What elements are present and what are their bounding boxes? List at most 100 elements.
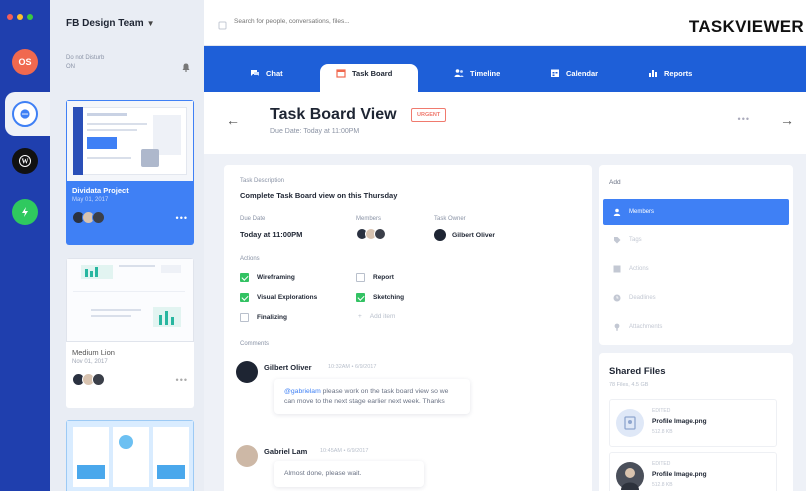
tab-chat[interactable]: Chat	[250, 68, 283, 78]
dnd-label: Do not Disturb	[66, 55, 105, 61]
more-options-icon[interactable]: •••	[176, 213, 188, 223]
project-date: May 01, 2017	[72, 197, 109, 203]
user-avatar-os[interactable]: OS	[12, 49, 38, 75]
mention-link[interactable]: @gabrielam	[284, 388, 321, 395]
member-avatars[interactable]	[356, 228, 386, 240]
bell-icon[interactable]	[182, 63, 190, 72]
arrow-left-icon[interactable]: ←	[226, 112, 240, 128]
svg-text:W: W	[22, 158, 29, 166]
file-size: 512.8 KB	[652, 429, 673, 435]
add-item-label: Add item	[369, 313, 396, 320]
comment-bubble: Almost done, please wait.	[274, 461, 424, 487]
task-owner-label: Task Owner	[434, 216, 466, 222]
action-item[interactable]: Visual Explorations	[240, 293, 317, 302]
chat-app-icon[interactable]	[12, 101, 38, 127]
bar-chart-icon	[649, 70, 657, 77]
file-name: Profile Image.png	[652, 471, 707, 478]
checkbox[interactable]	[356, 273, 365, 282]
chat-icon	[251, 70, 259, 76]
add-tags-button[interactable]: Tags	[603, 227, 789, 253]
file-item[interactable]: EDITED Profile Image.png 512.8 KB	[609, 399, 777, 447]
add-deadlines-button[interactable]: Deadlines	[603, 285, 789, 311]
project-members: •••	[66, 203, 194, 232]
action-item[interactable]: Report	[356, 273, 394, 282]
app-rail: OS W	[0, 0, 50, 491]
tab-timeline[interactable]: Timeline	[454, 68, 500, 78]
checkbox[interactable]	[240, 293, 249, 302]
calendar-icon	[551, 69, 559, 77]
checkbox[interactable]	[240, 273, 249, 282]
shared-files-panel: Shared Files 78 Files, 4.5 GB EDITED Pro…	[599, 353, 793, 491]
task-description-label: Task Description	[240, 178, 285, 184]
window-controls	[7, 14, 33, 20]
add-item-label: Deadlines	[629, 295, 656, 301]
action-item[interactable]: Finalizing	[240, 313, 287, 322]
more-options-icon[interactable]: •••	[738, 114, 750, 124]
calendar-board-icon	[336, 69, 346, 78]
add-panel-title: Add	[609, 179, 621, 186]
project-thumbnail	[66, 258, 194, 342]
add-actions-button[interactable]: Actions	[603, 256, 789, 282]
comment-text: Almost done, please wait.	[284, 470, 362, 477]
clock-icon	[613, 294, 621, 302]
search-input[interactable]	[234, 18, 494, 25]
file-status: EDITED	[652, 461, 671, 467]
tab-bar: Chat Task Board Timeline Calendar Report…	[204, 46, 806, 92]
checkbox[interactable]	[240, 313, 249, 322]
tab-task-board[interactable]: Task Board	[336, 68, 392, 78]
arrow-right-icon[interactable]: →	[780, 112, 794, 128]
project-card[interactable]: Medium Lion Nov 01, 2017 •••	[66, 258, 194, 408]
tab-label: Task Board	[352, 68, 393, 78]
project-title: Medium Lion	[72, 348, 115, 357]
comment-time: 10:32AM • 6/9/2017	[328, 364, 377, 370]
project-thumbnail	[66, 420, 194, 491]
lightning-app-icon[interactable]	[12, 199, 38, 225]
task-description: Complete Task Board view on this Thursda…	[240, 191, 398, 200]
minimize-window-icon[interactable]	[17, 14, 23, 20]
action-item[interactable]: Wireframing	[240, 273, 295, 282]
project-thumbnail	[66, 100, 194, 182]
avatar	[236, 445, 258, 467]
add-item-label: Tags	[629, 237, 642, 243]
wordpress-app-icon[interactable]: W	[12, 148, 38, 174]
checkbox[interactable]	[356, 293, 365, 302]
file-size: 512.8 KB	[652, 482, 673, 488]
tab-label: Chat	[266, 68, 283, 78]
shared-files-title: Shared Files	[609, 366, 666, 377]
maximize-window-icon[interactable]	[27, 14, 33, 20]
comment-author: Gilbert Oliver	[264, 363, 312, 372]
people-icon	[454, 69, 464, 77]
add-attachments-button[interactable]: Attachments	[603, 314, 789, 340]
chevron-down-icon: ▼	[146, 19, 155, 28]
add-panel: Add Members Tags Actions Deadlines Attac…	[599, 165, 793, 345]
tab-reports[interactable]: Reports	[648, 68, 692, 78]
tab-label: Reports	[664, 68, 693, 78]
search-icon	[218, 21, 227, 30]
tab-calendar[interactable]: Calendar	[550, 68, 598, 78]
team-selector[interactable]: FB Design Team ▼	[66, 18, 155, 29]
add-item-label: Actions	[629, 266, 649, 272]
close-window-icon[interactable]	[7, 14, 13, 20]
action-label: Wireframing	[257, 274, 295, 281]
actions-label: Actions	[240, 256, 260, 262]
dnd-value: ON	[66, 64, 75, 70]
page-header: ← Task Board View URGENT Due Date: Today…	[204, 92, 806, 154]
more-options-icon[interactable]: •••	[176, 375, 188, 385]
action-label: Sketching	[373, 294, 405, 301]
file-name: Profile Image.png	[652, 418, 707, 425]
due-date-label: Due Date	[240, 216, 266, 222]
action-label: Report	[373, 274, 394, 281]
shared-files-count: 78 Files, 4.5 GB	[609, 382, 649, 388]
action-label: Visual Explorations	[257, 294, 318, 301]
dnd-status[interactable]: Do not Disturb ON	[66, 54, 146, 72]
add-item-button[interactable]: + Add item	[358, 313, 395, 320]
add-item-label: Attachments	[629, 324, 663, 330]
add-members-button[interactable]: Members	[603, 199, 789, 225]
project-card[interactable]	[66, 420, 194, 491]
avatar	[92, 373, 105, 386]
project-card[interactable]: Dividata Project May 01, 2017 •••	[66, 100, 194, 245]
file-item[interactable]: EDITED Profile Image.png 512.8 KB	[609, 452, 777, 491]
due-date-value: Today at 11:00PM	[240, 230, 303, 239]
top-bar: TASKVIEWER	[204, 0, 806, 46]
action-item[interactable]: Sketching	[356, 293, 404, 302]
